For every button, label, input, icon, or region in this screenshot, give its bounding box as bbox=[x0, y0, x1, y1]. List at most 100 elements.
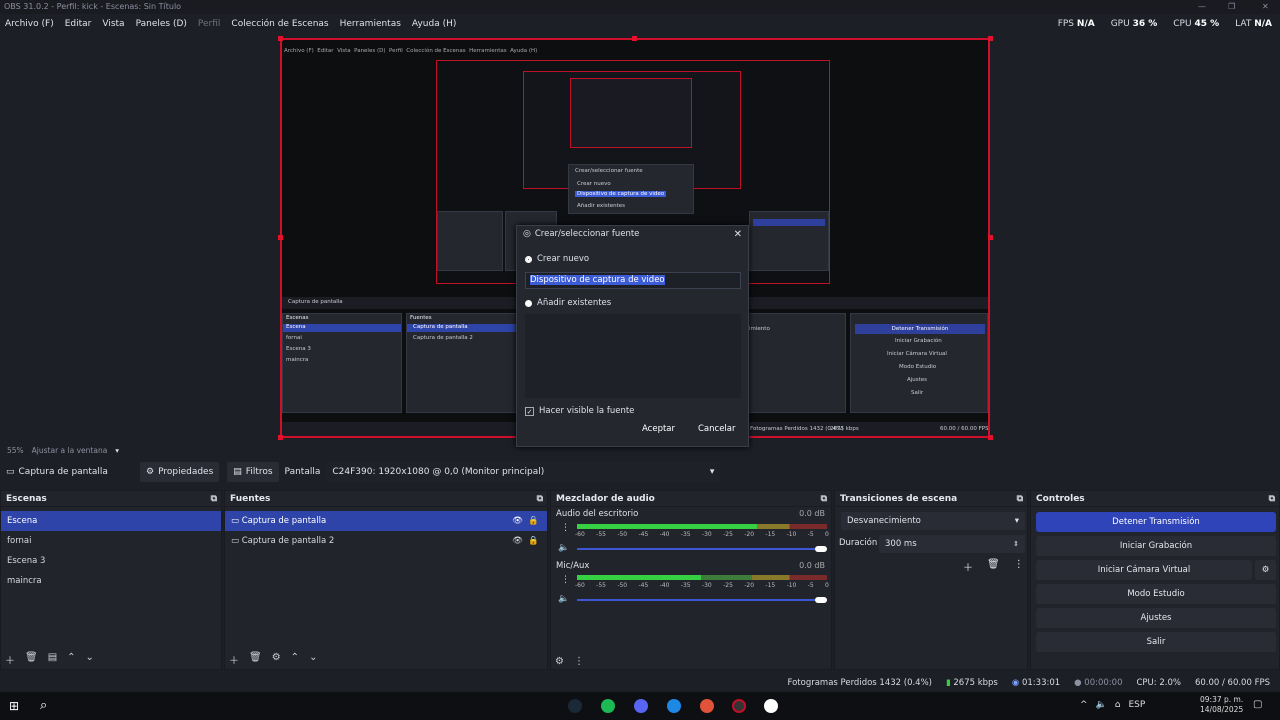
network-icon[interactable]: ⌂ bbox=[1115, 700, 1121, 710]
volume-slider[interactable] bbox=[577, 599, 821, 601]
source-name-input[interactable]: Dispositivo de captura de video bbox=[525, 272, 741, 289]
virtual-camera-button[interactable]: Iniciar Cámara Virtual bbox=[1036, 560, 1252, 580]
volume-slider[interactable] bbox=[577, 548, 821, 550]
resize-handle[interactable] bbox=[278, 36, 283, 41]
menu-colecciones[interactable]: Colección de Escenas bbox=[231, 19, 328, 29]
close-icon[interactable]: ✕ bbox=[734, 229, 742, 240]
speaker-icon[interactable]: 🔈 bbox=[558, 543, 569, 553]
resize-handle[interactable] bbox=[278, 235, 283, 240]
more-icon[interactable]: ⋮ bbox=[574, 656, 584, 667]
volume-knob[interactable] bbox=[815, 597, 827, 603]
trash-icon[interactable]: 🗑 bbox=[249, 652, 262, 667]
menu-vista[interactable]: Vista bbox=[102, 19, 124, 29]
filter-icon[interactable]: ▤ bbox=[48, 652, 57, 667]
resize-handle[interactable] bbox=[988, 435, 993, 440]
exit-button[interactable]: Salir bbox=[1036, 632, 1276, 652]
arrow-down-icon[interactable]: ⌄ bbox=[86, 652, 94, 667]
more-icon[interactable]: ⋮ bbox=[561, 575, 570, 585]
studio-mode-button[interactable]: Modo Estudio bbox=[1036, 584, 1276, 604]
windows-start-icon[interactable]: ⊞ bbox=[9, 699, 19, 713]
obs-icon[interactable] bbox=[732, 699, 746, 713]
arrow-up-icon[interactable]: ⌃ bbox=[291, 652, 299, 667]
edge-icon[interactable] bbox=[667, 699, 681, 713]
more-icon[interactable]: ⋮ bbox=[561, 523, 570, 533]
cancel-button[interactable]: Cancelar bbox=[698, 424, 736, 434]
minimize-button[interactable]: — bbox=[1198, 2, 1206, 11]
scene-item[interactable]: fornai bbox=[1, 531, 221, 551]
trash-icon[interactable]: 🗑 bbox=[987, 559, 1000, 574]
display-select[interactable]: C24F390: 1920x1080 @ 0,0 (Monitor princi… bbox=[326, 462, 721, 482]
menu-paneles[interactable]: Paneles (D) bbox=[136, 19, 187, 29]
menu-perfil[interactable]: Perfil bbox=[198, 19, 221, 29]
scene-item[interactable]: Escena bbox=[1, 511, 221, 531]
undock-icon[interactable]: ⧉ bbox=[1017, 494, 1023, 504]
language-indicator[interactable]: ESP bbox=[1128, 700, 1145, 710]
source-item[interactable]: ▭ Captura de pantalla 👁 🔒 bbox=[225, 511, 547, 531]
duration-input[interactable]: 300 ms ⇕ bbox=[879, 535, 1025, 553]
accept-button[interactable]: Aceptar bbox=[642, 424, 675, 434]
lock-icon[interactable]: 🔒 bbox=[528, 536, 539, 546]
add-icon[interactable]: ＋ bbox=[963, 559, 973, 574]
speaker-icon[interactable]: 🔈 bbox=[1096, 700, 1107, 710]
arrow-down-icon[interactable]: ⌄ bbox=[309, 652, 317, 667]
volume-knob[interactable] bbox=[815, 546, 827, 552]
obs-icon[interactable] bbox=[764, 699, 778, 713]
create-new-option[interactable]: Crear nuevo bbox=[525, 254, 589, 264]
notification-icon[interactable]: ▢ bbox=[1253, 699, 1262, 710]
undock-icon[interactable]: ⧉ bbox=[211, 494, 217, 504]
stop-streaming-button[interactable]: Detener Transmisión bbox=[1036, 512, 1276, 532]
gear-icon[interactable]: ⚙ bbox=[272, 652, 281, 667]
resize-handle[interactable] bbox=[988, 235, 993, 240]
gear-icon[interactable]: ⚙ bbox=[1255, 560, 1276, 580]
add-icon[interactable]: ＋ bbox=[5, 652, 15, 667]
resize-handle[interactable] bbox=[632, 36, 637, 41]
speaker-icon[interactable]: 🔈 bbox=[558, 594, 569, 604]
close-window-button[interactable]: ✕ bbox=[1262, 2, 1269, 11]
start-recording-button[interactable]: Iniciar Grabación bbox=[1036, 536, 1276, 556]
resize-handle[interactable] bbox=[278, 435, 283, 440]
menu-ayuda[interactable]: Ayuda (H) bbox=[412, 19, 456, 29]
discord-icon[interactable] bbox=[634, 699, 648, 713]
add-icon[interactable]: ＋ bbox=[229, 652, 239, 667]
arrow-up-icon[interactable]: ⌃ bbox=[67, 652, 75, 667]
gear-icon[interactable]: ⚙ bbox=[555, 656, 564, 667]
add-existing-option[interactable]: Añadir existentes bbox=[525, 298, 611, 308]
scene-item[interactable]: maincra bbox=[1, 571, 221, 591]
menu-editar[interactable]: Editar bbox=[65, 19, 92, 29]
chevron-up-icon[interactable]: ^ bbox=[1080, 700, 1088, 710]
transition-select[interactable]: Desvanecimiento ▾ bbox=[841, 512, 1025, 530]
visible-checkbox-row[interactable]: ✓ Hacer visible la fuente bbox=[525, 406, 634, 416]
checkbox-icon[interactable]: ✓ bbox=[525, 406, 534, 416]
undock-icon[interactable]: ⧉ bbox=[1269, 494, 1275, 504]
settings-button[interactable]: Ajustes bbox=[1036, 608, 1276, 628]
eye-icon[interactable]: 👁 bbox=[512, 516, 523, 526]
undock-icon[interactable]: ⧉ bbox=[537, 494, 543, 504]
more-icon[interactable]: ⋮ bbox=[1014, 559, 1024, 574]
trash-icon[interactable]: 🗑 bbox=[25, 652, 38, 667]
zoom-fit-select[interactable]: Ajustar a la ventana bbox=[32, 446, 108, 455]
radio-add-existing[interactable] bbox=[525, 299, 532, 307]
steam-icon[interactable] bbox=[568, 699, 582, 713]
chevron-down-icon[interactable]: ▾ bbox=[115, 446, 119, 455]
stats-bar: FPS N/A GPU 36 % CPU 45 % LAT N/A bbox=[1058, 14, 1272, 34]
app-icon[interactable] bbox=[700, 699, 714, 713]
menu-archivo[interactable]: Archivo (F) bbox=[5, 19, 54, 29]
search-icon[interactable]: ⌕ bbox=[40, 698, 47, 713]
menu-herramientas[interactable]: Herramientas bbox=[340, 19, 401, 29]
eye-icon[interactable]: 👁 bbox=[512, 536, 523, 546]
spotify-icon[interactable] bbox=[601, 699, 615, 713]
source-item[interactable]: ▭ Captura de pantalla 2 👁 🔒 bbox=[225, 531, 547, 551]
lock-icon[interactable]: 🔒 bbox=[528, 516, 539, 526]
existing-sources-list[interactable] bbox=[525, 314, 741, 398]
filters-button[interactable]: ▤ Filtros bbox=[227, 462, 279, 482]
resize-handle[interactable] bbox=[988, 36, 993, 41]
spinner-icon[interactable]: ⇕ bbox=[1013, 540, 1019, 548]
maximize-button[interactable]: ❐ bbox=[1228, 2, 1235, 11]
clock[interactable]: 09:37 p. m. 14/08/2025 bbox=[1200, 695, 1243, 715]
properties-button[interactable]: ⚙ Propiedades bbox=[140, 462, 220, 482]
cpu-usage: CPU: 2.0% bbox=[1136, 678, 1181, 688]
zoom-bar: 55% Ajustar a la ventana ▾ bbox=[0, 444, 1280, 456]
scene-item[interactable]: Escena 3 bbox=[1, 551, 221, 571]
radio-create-new[interactable] bbox=[525, 255, 532, 263]
undock-icon[interactable]: ⧉ bbox=[821, 494, 827, 504]
